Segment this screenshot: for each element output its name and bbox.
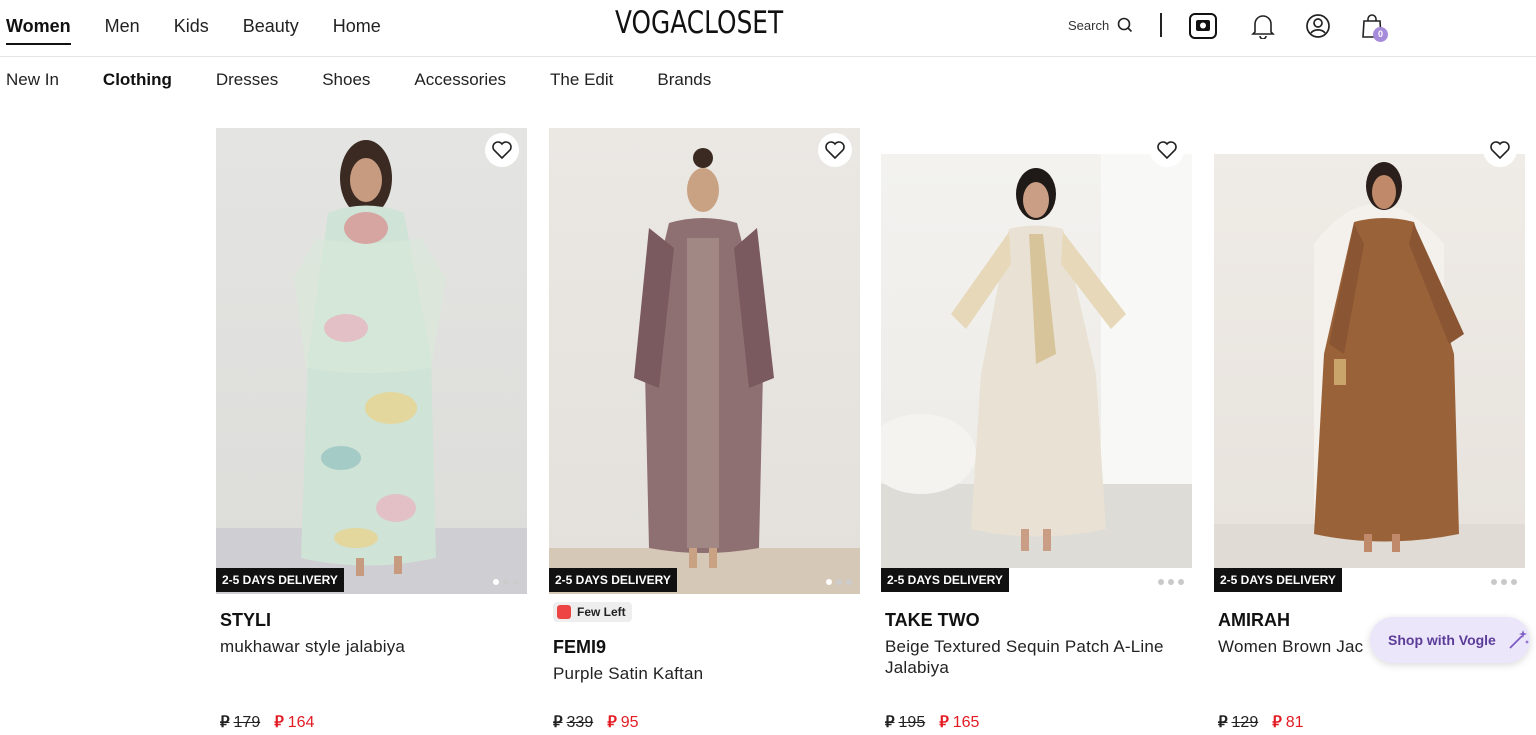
product-card[interactable]: 2-5 DAYS DELIVERY Few Left FEMI9 Purple … [549,128,860,735]
currency-symbol: ⃁ [607,714,617,731]
product-image[interactable] [1214,154,1525,568]
vogle-label: Shop with Vogle [1388,632,1496,648]
currency-symbol: ⃁ [885,714,895,731]
category-accessories[interactable]: Accessories [414,70,506,90]
product-price: ⃁ 179 ⃁ 164 [220,712,314,732]
heart-icon [825,141,845,160]
product-name[interactable]: Women Brown Jac [1218,636,1378,657]
model-illustration [549,148,860,594]
currency-symbol: ⃁ [274,714,284,731]
cart-count-badge: 0 [1373,27,1388,42]
product-card[interactable]: 2-5 DAYS DELIVERY STYLI mukhawar style j… [216,128,527,735]
wishlist-button[interactable] [1483,133,1517,167]
account-button[interactable] [1303,11,1333,41]
camera-icon [1189,13,1217,39]
sale-price: ⃁ 164 [274,714,315,731]
product-price: ⃁ 339 ⃁ 95 [553,712,639,732]
delivery-badge: 2-5 DAYS DELIVERY [1214,568,1342,592]
product-brand[interactable]: TAKE TWO [885,610,980,631]
product-image[interactable] [216,128,527,594]
category-dresses[interactable]: Dresses [216,70,278,90]
category-brands[interactable]: Brands [657,70,711,90]
site-logo[interactable]: VOGACLOSET [600,5,790,45]
product-image[interactable] [549,128,860,594]
currency-symbol: ⃁ [1218,714,1228,731]
shop-with-vogle-button[interactable]: Shop with Vogle [1370,617,1530,663]
tab-men[interactable]: Men [105,16,140,45]
category-the-edit[interactable]: The Edit [550,70,613,90]
original-price: ⃁ 339 [553,714,594,731]
currency-symbol: ⃁ [553,714,563,731]
category-nav: New In Clothing Dresses Shoes Accessorie… [6,70,755,90]
product-price: ⃁ 195 ⃁ 165 [885,712,979,732]
logo-text: VOGACLOSET [615,5,784,41]
search-icon [1117,17,1133,33]
product-brand[interactable]: FEMI9 [553,637,606,658]
wishlist-button[interactable] [818,133,852,167]
product-image[interactable] [881,154,1192,568]
image-pager-dots[interactable] [826,579,852,585]
delivery-badge: 2-5 DAYS DELIVERY [216,568,344,592]
delivery-badge: 2-5 DAYS DELIVERY [881,568,1009,592]
header-divider [1160,13,1162,37]
product-price: ⃁ 129 ⃁ 81 [1218,712,1304,732]
image-pager-dots[interactable] [493,579,519,585]
heart-icon [1157,141,1177,160]
original-price: ⃁ 129 [1218,714,1259,731]
sale-price: ⃁ 81 [1272,714,1304,731]
delivery-badge: 2-5 DAYS DELIVERY [549,568,677,592]
product-brand[interactable]: STYLI [220,610,271,631]
product-name[interactable]: Beige Textured Sequin Patch A-Line Jalab… [885,636,1185,678]
heart-icon [1490,141,1510,160]
original-price: ⃁ 195 [885,714,926,731]
tab-home[interactable]: Home [333,16,381,45]
currency-symbol: ⃁ [939,714,949,731]
heart-icon [492,141,512,160]
product-name[interactable]: mukhawar style jalabiya [220,636,520,657]
wishlist-button[interactable] [1150,133,1184,167]
camera-search-button[interactable] [1188,11,1218,41]
wishlist-button[interactable] [485,133,519,167]
alert-icon [557,605,571,619]
few-left-badge: Few Left [553,602,632,622]
image-pager-dots[interactable] [1158,579,1184,585]
category-clothing[interactable]: Clothing [103,70,172,90]
original-price: ⃁ 179 [220,714,261,731]
sale-price: ⃁ 95 [607,714,639,731]
bell-icon [1251,15,1275,39]
model-illustration [216,140,527,594]
top-header: Women Men Kids Beauty Home VOGACLOSET Se… [0,0,1536,57]
notifications-button[interactable] [1248,11,1278,41]
image-pager-dots[interactable] [1491,579,1517,585]
product-card[interactable]: 2-5 DAYS DELIVERY TAKE TWO Beige Texture… [881,128,1192,735]
user-icon [1306,14,1330,38]
tab-women[interactable]: Women [6,16,71,45]
model-illustration [881,154,1192,568]
search-label: Search [1068,17,1110,33]
sparkle-wand-icon [1509,630,1529,649]
model-illustration [1214,162,1525,568]
category-shoes[interactable]: Shoes [322,70,370,90]
sale-price: ⃁ 165 [939,714,980,731]
currency-symbol: ⃁ [1272,714,1282,731]
tab-kids[interactable]: Kids [174,16,209,45]
product-brand[interactable]: AMIRAH [1218,610,1290,631]
category-new-in[interactable]: New In [6,70,59,90]
search-button[interactable]: Search [1068,17,1133,33]
currency-symbol: ⃁ [220,714,230,731]
tab-beauty[interactable]: Beauty [243,16,299,45]
gender-nav: Women Men Kids Beauty Home [6,16,415,45]
product-name[interactable]: Purple Satin Kaftan [553,663,853,684]
